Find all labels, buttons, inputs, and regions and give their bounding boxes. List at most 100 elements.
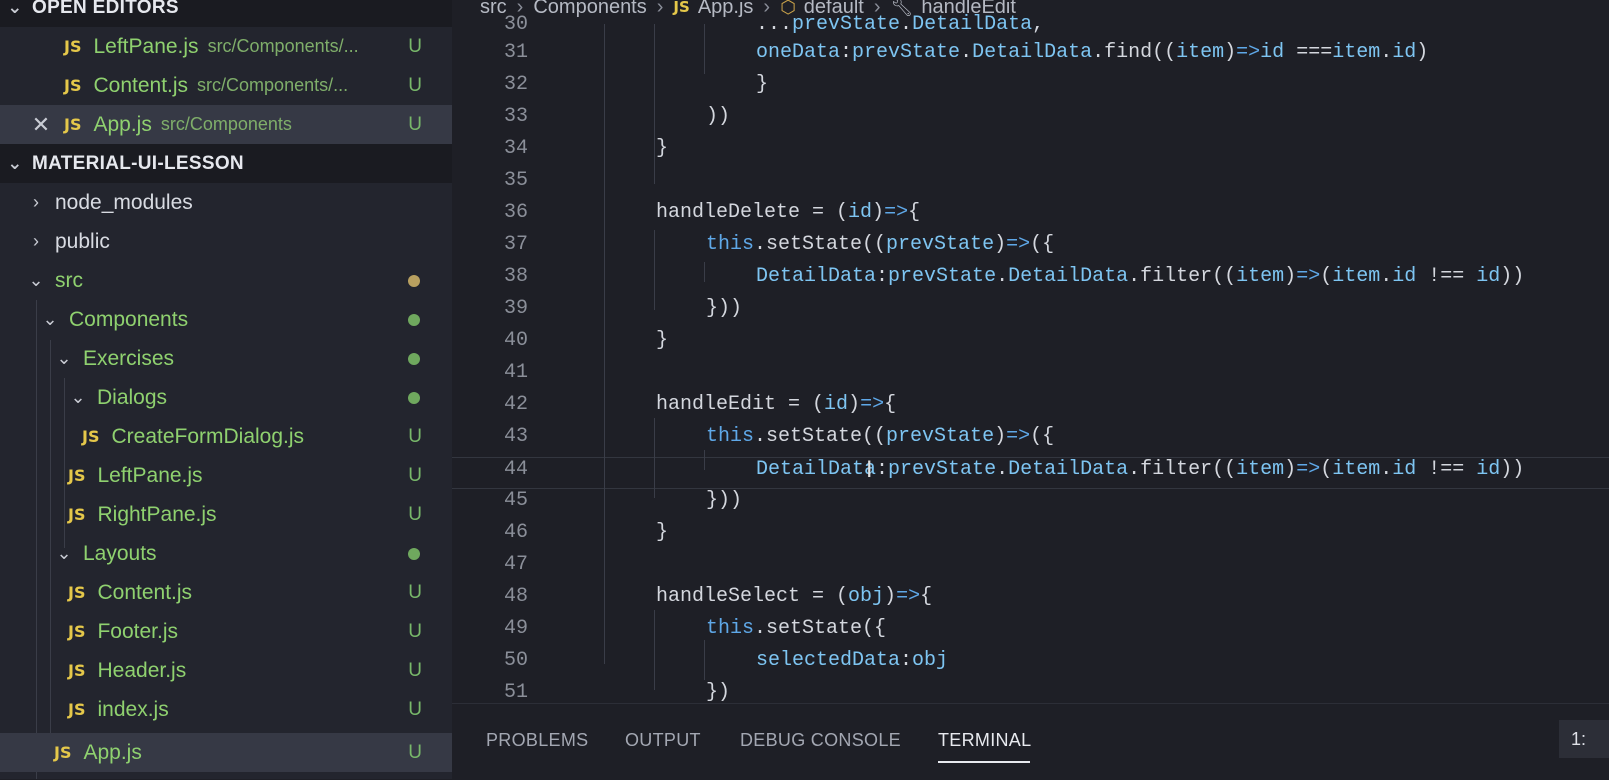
chevron-right-icon: › xyxy=(33,192,39,212)
code-text[interactable]: } xyxy=(656,521,668,544)
open-editors-header[interactable]: ⌄ OPEN EDITORS xyxy=(0,0,452,27)
code-text[interactable]: oneData:prevState.DetailData.find((item)… xyxy=(756,41,1428,64)
code-line[interactable]: 46} xyxy=(452,521,1609,553)
tree-folder-node-modules[interactable]: › node_modules xyxy=(0,183,452,222)
tree-file-header[interactable]: JS Header.js U xyxy=(0,651,452,690)
chevron-down-icon: ⌄ xyxy=(7,0,23,17)
code-line[interactable]: 44 DetailData:prevState.DetailData.filter… xyxy=(452,457,1609,489)
tree-folder-layouts[interactable]: ⌄ Layouts xyxy=(0,534,452,573)
code-text[interactable]: } xyxy=(656,329,668,352)
tab-terminal[interactable]: TERMINAL xyxy=(938,730,1031,751)
folder-name: Exercises xyxy=(83,346,175,370)
line-number: 41 xyxy=(503,361,528,384)
tab-problems[interactable]: PROBLEMS xyxy=(486,730,588,751)
code-line[interactable]: 40} xyxy=(452,329,1609,361)
js-file-icon: JS xyxy=(68,622,86,641)
line-number: 31 xyxy=(503,41,528,64)
tree-folder-exercises[interactable]: ⌄ Exercises xyxy=(0,339,452,378)
tree-file-leftpane[interactable]: JS LeftPane.js U xyxy=(0,456,452,495)
indent-guide xyxy=(704,24,705,74)
line-number: 44 xyxy=(503,458,528,481)
indent-guide xyxy=(654,230,655,310)
untracked-badge: U xyxy=(408,659,422,681)
code-line[interactable]: 43 this.setState((prevState)=>({ xyxy=(452,425,1609,457)
code-line[interactable]: 50 selectedData:obj xyxy=(452,649,1609,681)
code-line[interactable]: 41 xyxy=(452,361,1609,393)
folder-name: Layouts xyxy=(83,541,157,565)
chevron-down-icon: ⌄ xyxy=(56,348,72,368)
line-number: 43 xyxy=(503,425,528,448)
chevron-down-icon: ⌄ xyxy=(56,543,72,563)
tab-output[interactable]: OUTPUT xyxy=(625,730,701,751)
code-line[interactable]: 35 xyxy=(452,169,1609,201)
js-file-icon: JS xyxy=(68,700,86,719)
code-text[interactable]: this.setState((prevState)=>({ xyxy=(706,425,1054,448)
code-text[interactable]: })) xyxy=(706,297,742,320)
tab-debug-console[interactable]: DEBUG CONSOLE xyxy=(740,730,901,751)
js-file-icon: JS xyxy=(54,743,72,762)
code-line[interactable]: 31 oneData:prevState.DetailData.find((ite… xyxy=(452,41,1609,73)
code-text[interactable]: DetailData:prevState.DetailData.filter((… xyxy=(756,265,1524,288)
tree-file-rightpane[interactable]: JS RightPane.js U xyxy=(0,495,452,534)
tree-file-footer[interactable]: JS Footer.js U xyxy=(0,612,452,651)
code-line[interactable]: 48 handleSelect = (obj)=>{ xyxy=(452,585,1609,617)
code-text[interactable]: handleDelete = (id)=>{ xyxy=(656,201,920,224)
open-editor-item-content[interactable]: JS Content.js src/Components/... U xyxy=(0,66,452,105)
code-text[interactable]: ...prevState.DetailData, xyxy=(756,13,1044,36)
project-header[interactable]: ⌄ MATERIAL-UI-LESSON xyxy=(0,144,452,183)
code-line[interactable]: 33)) xyxy=(452,105,1609,137)
open-editor-item-leftpane[interactable]: JS LeftPane.js src/Components/... U xyxy=(0,27,452,66)
code-text[interactable]: }) xyxy=(706,681,730,703)
code-line[interactable]: 47 xyxy=(452,553,1609,585)
code-editor[interactable]: src › Components › JS App.js › ⬡ default… xyxy=(452,0,1609,703)
terminal-selector[interactable]: 1: node xyxy=(1559,720,1609,758)
file-name: index.js xyxy=(97,697,169,721)
line-number: 34 xyxy=(503,137,528,160)
code-text[interactable]: )) xyxy=(706,105,730,128)
text-cursor-icon: I xyxy=(866,458,873,483)
code-line[interactable]: 45})) xyxy=(452,489,1609,521)
line-number: 37 xyxy=(503,233,528,256)
tree-folder-src[interactable]: ⌄ src xyxy=(0,261,452,300)
line-number: 48 xyxy=(503,585,528,608)
untracked-dot-icon xyxy=(408,391,420,404)
tree-folder-components[interactable]: ⌄ Components xyxy=(0,300,452,339)
code-line[interactable]: 49 this.setState({ xyxy=(452,617,1609,649)
code-line[interactable]: 39})) xyxy=(452,297,1609,329)
tree-file-content[interactable]: JS Content.js U xyxy=(0,573,452,612)
tree-file-createformdialog[interactable]: JS CreateFormDialog.js U xyxy=(0,417,452,456)
code-line[interactable]: 34} xyxy=(452,137,1609,169)
code-line[interactable]: 51}) xyxy=(452,681,1609,703)
line-number: 49 xyxy=(503,617,528,640)
code-line[interactable]: 37 this.setState((prevState)=>({ xyxy=(452,233,1609,265)
indent-guide xyxy=(654,418,655,498)
chevron-right-icon: › xyxy=(33,231,39,251)
file-name: Footer.js xyxy=(97,619,179,643)
open-editor-filename: LeftPane.js xyxy=(93,34,199,58)
code-text[interactable]: } xyxy=(656,137,668,160)
open-editor-item-app[interactable]: ✕ JS App.js src/Components U xyxy=(0,105,452,144)
file-name: Content.js xyxy=(97,580,193,604)
code-line[interactable]: 38 DetailData:prevState.DetailData.filter… xyxy=(452,265,1609,297)
code-text[interactable]: this.setState({ xyxy=(706,617,886,640)
code-text[interactable]: handleSelect = (obj)=>{ xyxy=(656,585,932,608)
code-text[interactable]: })) xyxy=(706,489,742,512)
tree-folder-public[interactable]: › public xyxy=(0,222,452,261)
line-number: 50 xyxy=(503,649,528,672)
tree-folder-dialogs[interactable]: ⌄ Dialogs xyxy=(0,378,452,417)
close-icon[interactable]: ✕ xyxy=(28,112,54,138)
folder-name: node_modules xyxy=(55,190,193,214)
code-line[interactable]: 42 handleEdit = (id)=>{ xyxy=(452,393,1609,425)
tree-file-index[interactable]: JS index.js U xyxy=(0,690,452,729)
untracked-badge: U xyxy=(408,425,422,447)
code-text[interactable]: selectedData:obj xyxy=(756,649,948,672)
code-line[interactable]: 36 handleDelete = (id)=>{ xyxy=(452,201,1609,233)
code-text[interactable]: } xyxy=(756,73,768,96)
code-line[interactable]: 32} xyxy=(452,73,1609,105)
chevron-down-icon: ⌄ xyxy=(70,387,86,407)
code-text[interactable]: handleEdit = (id)=>{ xyxy=(656,393,896,416)
js-file-icon: JS xyxy=(64,115,82,134)
code-text[interactable]: this.setState((prevState)=>({ xyxy=(706,233,1054,256)
untracked-badge: U xyxy=(408,74,422,96)
tree-file-app[interactable]: JS App.js U xyxy=(0,733,452,772)
